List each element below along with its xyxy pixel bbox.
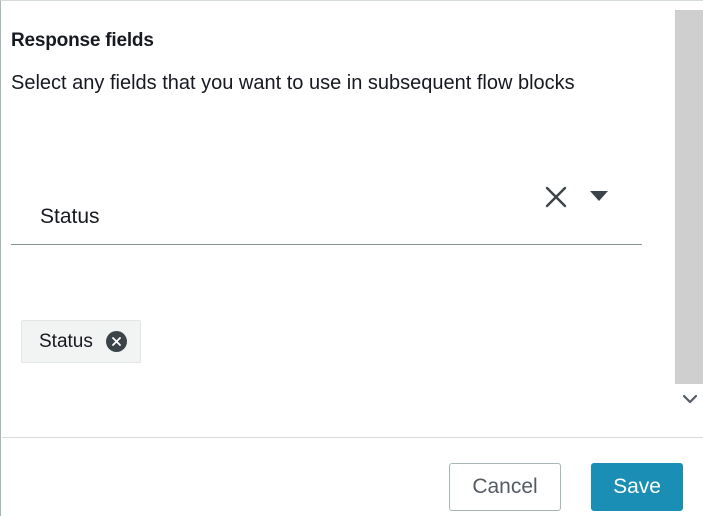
footer-divider [2,437,703,438]
dialog-frame: Response fields Select any fields that y… [0,0,703,516]
caret-down-icon[interactable] [589,190,609,202]
remove-x-glyph [111,337,121,346]
select-value: Status [40,205,100,228]
response-fields-select[interactable]: Status [11,170,642,245]
section-description: Select any fields that you want to use i… [11,72,575,94]
cancel-button[interactable]: Cancel [449,463,561,511]
dialog-body: Response fields Select any fields that y… [2,2,703,435]
token-label: Status [39,330,93,352]
remove-circle-x-icon[interactable] [105,331,127,352]
close-x-icon[interactable] [543,184,569,210]
save-button[interactable]: Save [591,463,683,511]
vertical-scrollbar[interactable] [675,10,703,419]
selected-token: Status [21,320,141,363]
section-title: Response fields [11,30,154,51]
scrollbar-thumb[interactable] [675,10,703,384]
chevron-down-icon[interactable] [681,392,699,406]
